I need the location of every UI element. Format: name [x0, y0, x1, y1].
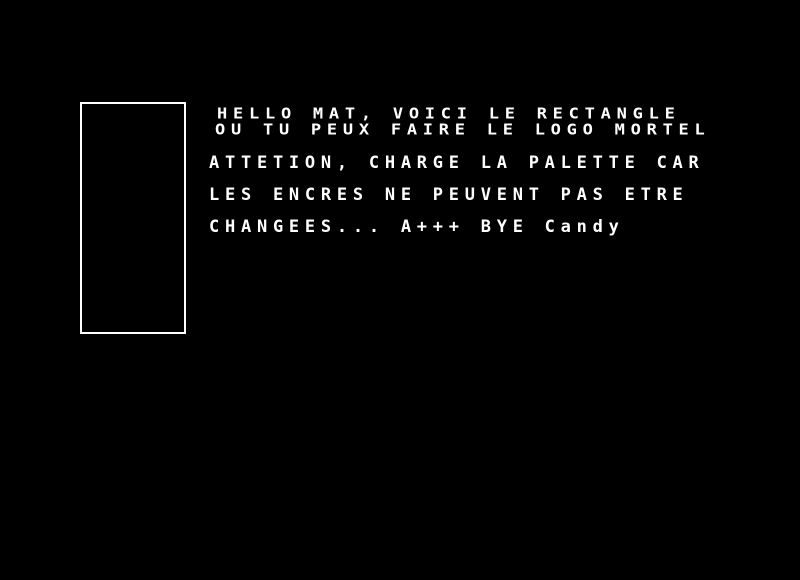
- message-line-3: ATTETION, CHARGE LA PALETTE CAR: [209, 153, 705, 173]
- message-line-1: HELLO MAT, VOICI LE RECTANGLE: [217, 105, 681, 124]
- message-line-2: OU TU PEUX FAIRE LE LOGO MORTEL: [215, 121, 711, 140]
- logo-rectangle: [80, 102, 186, 334]
- message-line-4: LES ENCRES NE PEUVENT PAS ETRE: [209, 185, 689, 205]
- message-line-5: CHANGEES... A+++ BYE Candy: [209, 217, 625, 237]
